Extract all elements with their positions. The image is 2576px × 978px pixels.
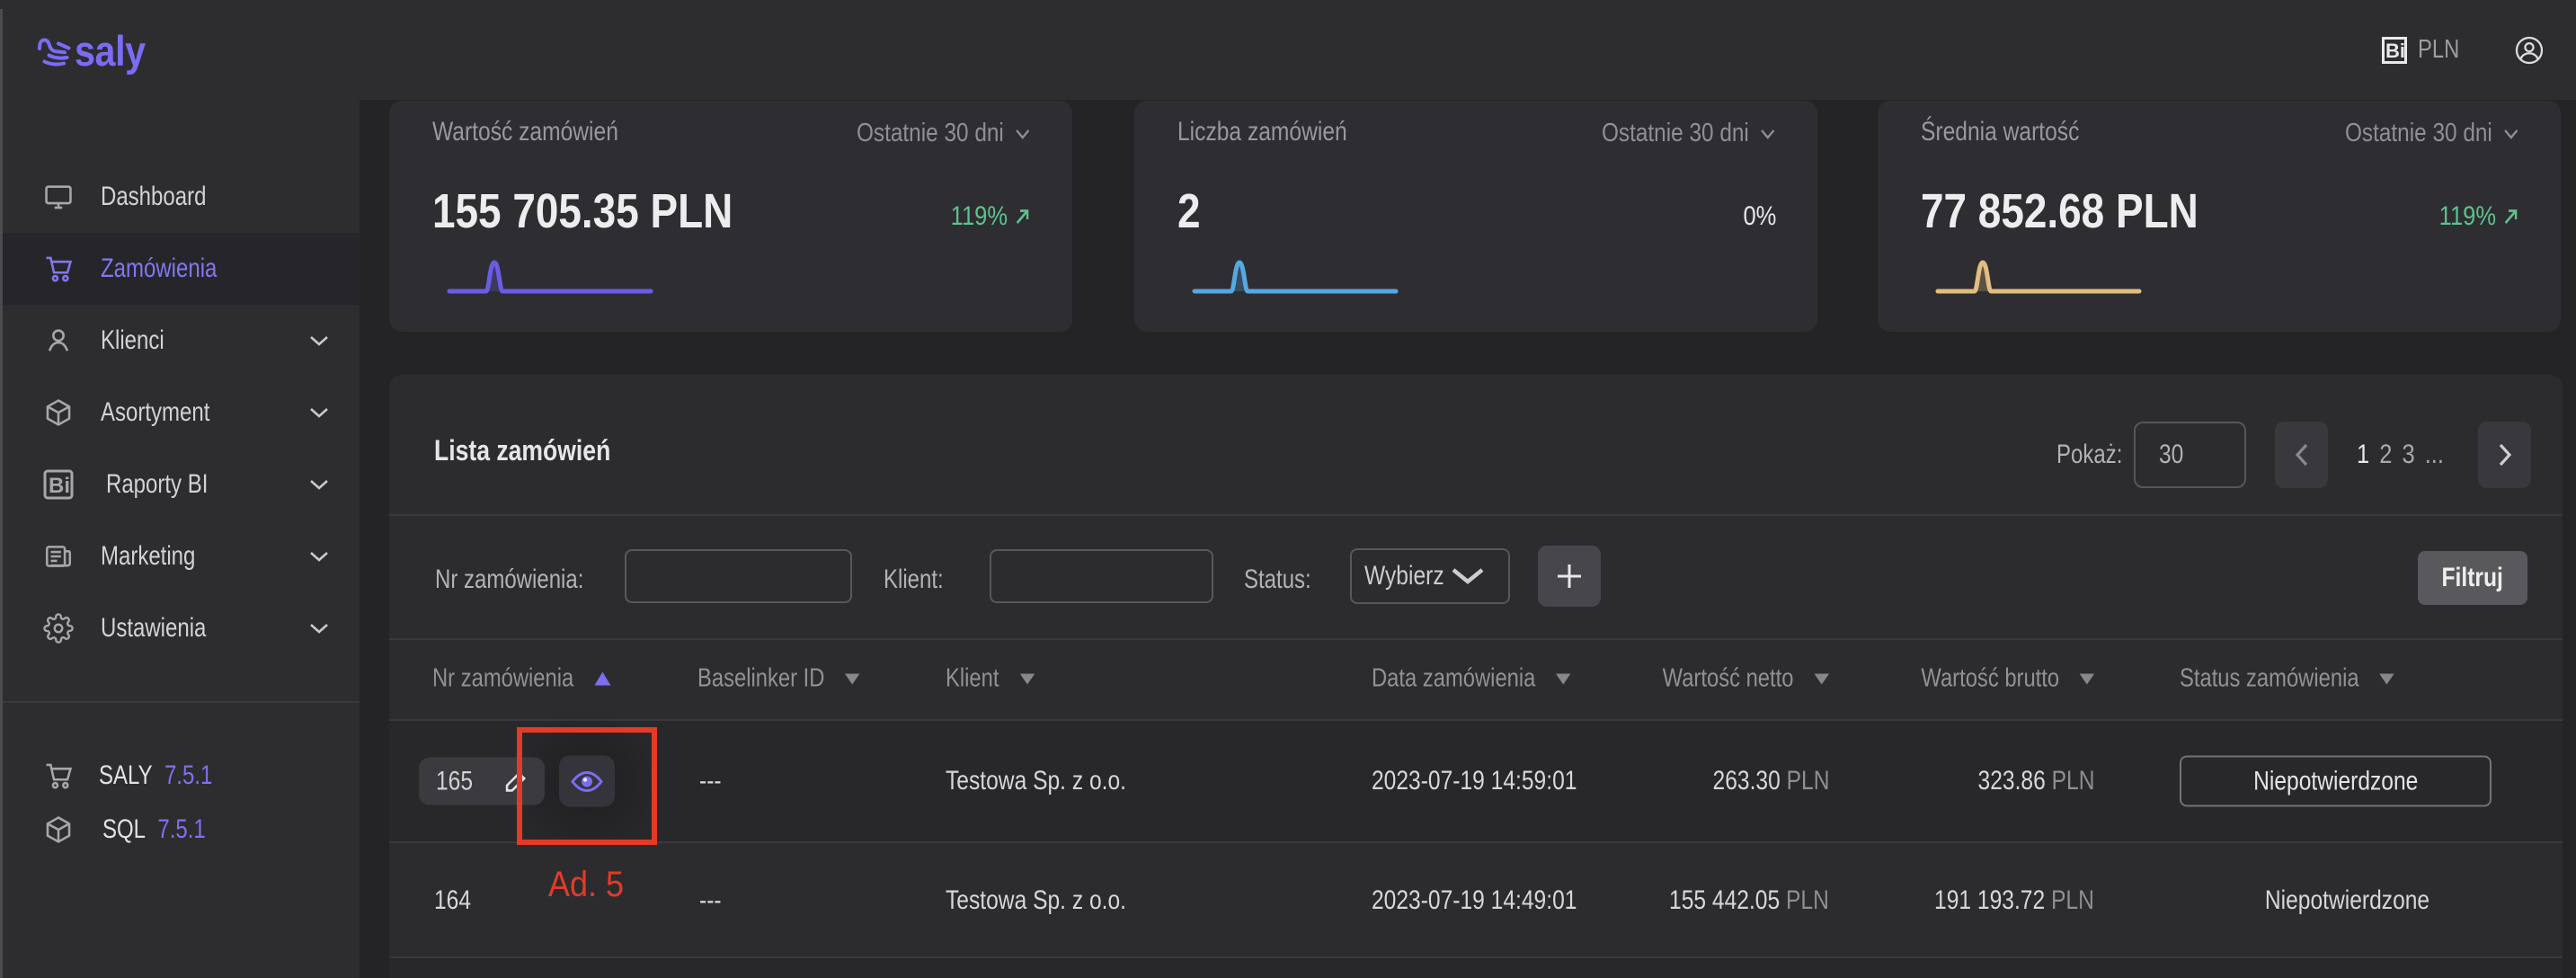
svg-text:saly: saly [75,29,147,76]
svg-text:Bi: Bi [2385,40,2405,62]
svg-text:Bi: Bi [49,474,70,498]
